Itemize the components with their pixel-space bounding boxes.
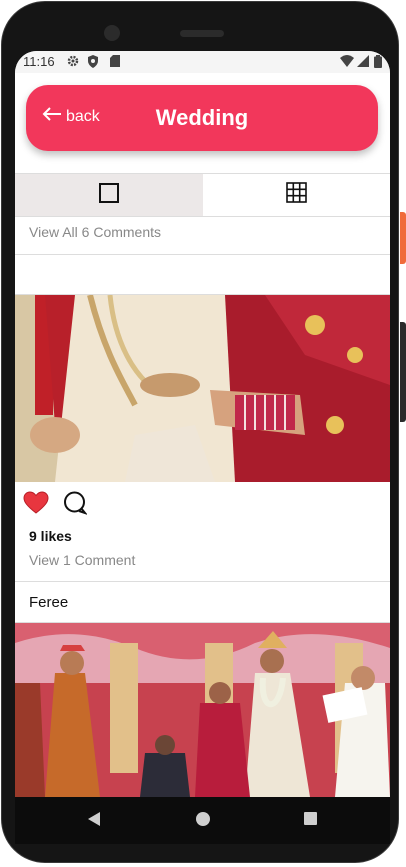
grid-icon: [286, 182, 307, 208]
earpiece-speaker: [180, 30, 224, 37]
status-bar: 11:16: [15, 51, 390, 73]
post-photo[interactable]: [15, 623, 390, 797]
view-comments-link[interactable]: View 1 Comment: [29, 552, 135, 568]
view-tabs: [15, 173, 390, 217]
recents-nav-icon[interactable]: [303, 811, 318, 831]
front-camera: [104, 25, 120, 41]
post-actions: [23, 491, 88, 520]
likes-count: 9 likes: [29, 528, 72, 544]
square-icon: [99, 182, 119, 208]
post-photo[interactable]: [15, 295, 390, 482]
comment-icon[interactable]: [63, 491, 88, 520]
power-button: [400, 322, 406, 422]
status-time: 11:16: [23, 54, 55, 69]
view-comments-link[interactable]: View All 6 Comments: [29, 224, 161, 240]
device-frame: 11:16 back Wedding View All 6 Comments 9…: [0, 0, 406, 867]
post-username[interactable]: Feree: [29, 594, 68, 611]
back-nav-icon[interactable]: [87, 811, 101, 832]
wifi-icon: [340, 55, 354, 70]
divider: [15, 581, 390, 582]
settings-icon: [67, 55, 79, 70]
heart-icon[interactable]: [23, 491, 49, 520]
tab-grid-view[interactable]: [203, 174, 390, 216]
signal-icon: [357, 55, 369, 70]
battery-icon: [374, 55, 382, 71]
divider: [15, 254, 390, 255]
app-screen: 11:16 back Wedding View All 6 Comments 9…: [15, 51, 390, 797]
system-nav-bar: [15, 797, 390, 844]
home-nav-icon[interactable]: [195, 811, 211, 832]
volume-button: [400, 212, 406, 264]
tab-single-view[interactable]: [15, 174, 203, 216]
shield-icon: [87, 55, 99, 71]
sd-card-icon: [110, 55, 120, 70]
header-bar: back Wedding: [26, 85, 378, 151]
page-title: Wedding: [155, 105, 249, 130]
